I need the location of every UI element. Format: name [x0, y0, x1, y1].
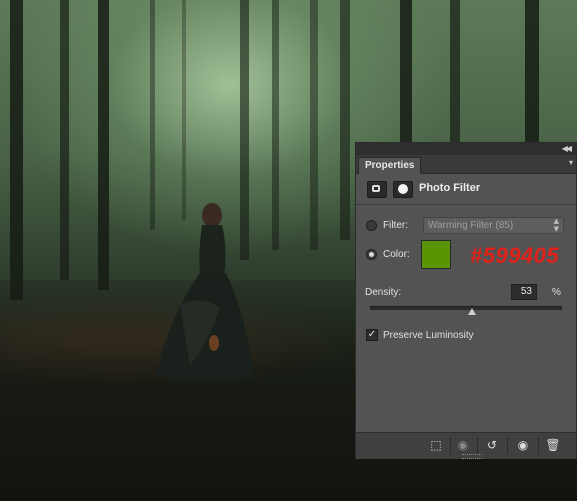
properties-panel: ◀◀ Properties ▾ Photo Filter Filter: War… [355, 142, 577, 459]
color-hex-annotation: #599405 [470, 243, 560, 268]
trash-icon[interactable]: 🗑 [543, 436, 563, 454]
toolbar-divider [507, 437, 508, 454]
toolbar-divider [450, 437, 451, 454]
panel-tab-row: Properties ▾ [356, 155, 576, 174]
eye-icon[interactable]: ◉ [513, 436, 533, 454]
color-swatch[interactable] [421, 240, 451, 269]
tree-trunk [450, 0, 460, 150]
tree-trunk [310, 0, 318, 250]
tree-trunk [10, 0, 23, 300]
adjustment-title: Photo Filter [419, 182, 481, 194]
tree-trunk [525, 0, 539, 150]
double-chevron-right-icon[interactable]: ◀◀ [562, 144, 572, 154]
filter-dropdown[interactable]: Warming Filter (85) ▲ ▼ [423, 217, 564, 234]
layer-mask-icon[interactable] [393, 181, 413, 198]
panel-resize-grip[interactable] [462, 454, 482, 459]
adjustment-header: Photo Filter [356, 174, 576, 205]
tree-trunk [98, 0, 109, 290]
woman-in-dress-figure [156, 203, 254, 382]
tab-properties[interactable]: Properties [358, 157, 422, 174]
tree-trunk [340, 0, 350, 240]
density-slider-thumb[interactable] [467, 308, 476, 315]
dropdown-arrows-icon: ▲ ▼ [553, 217, 559, 233]
toolbar-divider [538, 437, 539, 454]
clip-to-layer-icon[interactable]: ⬚ [426, 436, 446, 454]
tree-trunk [182, 0, 186, 220]
tree-trunk [272, 0, 279, 250]
color-label: Color: [383, 249, 410, 260]
density-input[interactable]: 53 [511, 284, 537, 300]
panel-menu-icon[interactable]: ▾ [569, 157, 573, 169]
reset-icon[interactable]: ↺ [482, 436, 502, 454]
filter-radio[interactable] [366, 220, 377, 231]
density-label: Density: [365, 287, 402, 298]
filter-dropdown-value: Warming Filter (85) [428, 220, 514, 231]
filter-label: Filter: [383, 220, 408, 231]
density-slider-track[interactable] [370, 306, 562, 310]
view-previous-state-icon[interactable]: ◉ [453, 436, 473, 454]
panel-top-bar: ◀◀ [356, 143, 576, 155]
tree-trunk [60, 0, 69, 280]
preserve-luminosity-label: Preserve Luminosity [383, 330, 474, 341]
toolbar-divider [477, 437, 478, 454]
tree-trunk [400, 0, 412, 150]
density-unit: % [552, 287, 561, 298]
photo-filter-adjustment-icon[interactable] [367, 181, 387, 198]
color-radio[interactable] [366, 249, 377, 260]
preserve-luminosity-checkbox[interactable]: ✓ [366, 329, 378, 341]
